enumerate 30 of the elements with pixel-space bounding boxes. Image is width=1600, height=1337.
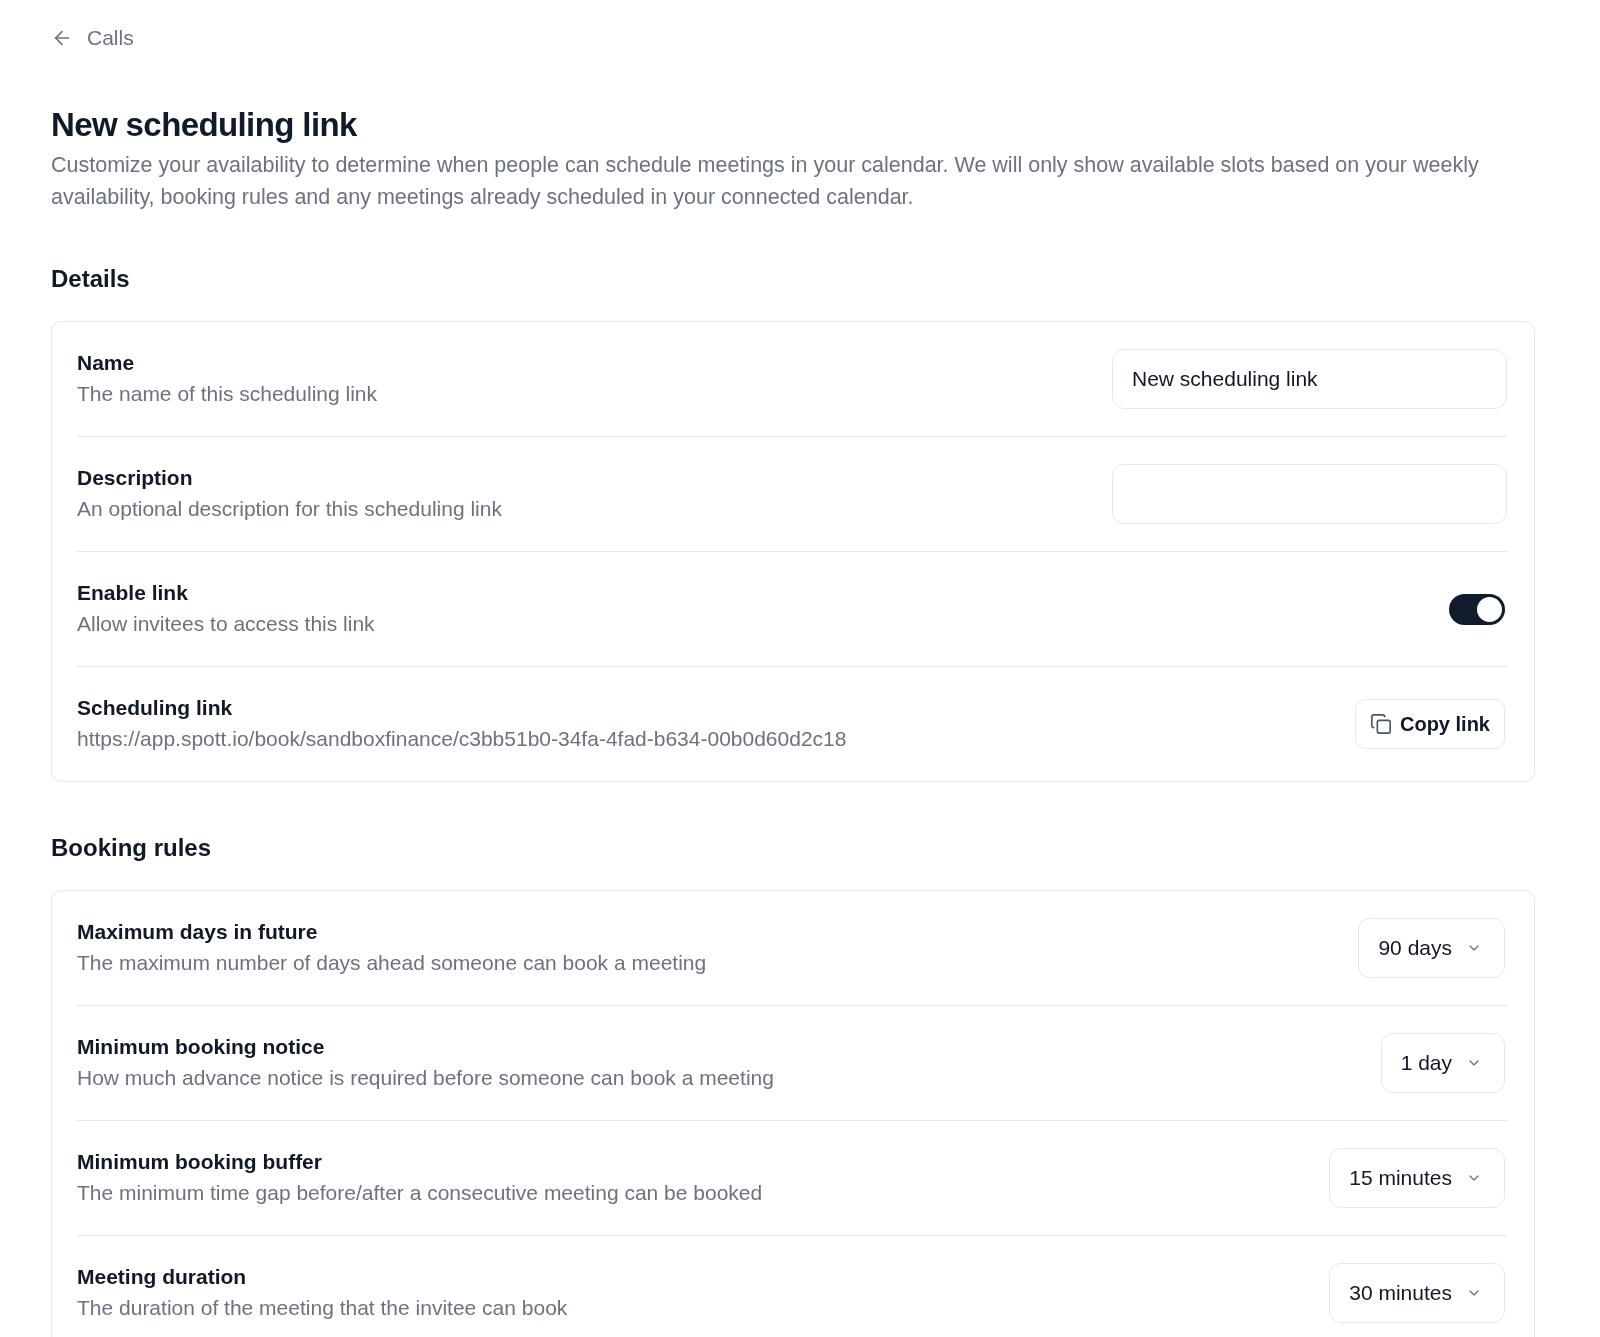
setting-description: How much advance notice is required before someone can book a meeting <box>77 1065 774 1091</box>
back-link[interactable]: Calls <box>51 26 134 50</box>
setting-label: Minimum booking buffer <box>77 1149 323 1175</box>
setting-description: The duration of the meeting that the invitee can book <box>77 1295 568 1321</box>
toggle-switch[interactable] <box>1449 593 1505 625</box>
setting-label: Enable link <box>77 580 189 606</box>
dropdown-select[interactable]: 15 minutes <box>1329 1148 1505 1208</box>
copy-link-button[interactable]: Copy link <box>1355 699 1505 749</box>
setting-description: The minimum time gap before/after a consecutive meeting can be booked <box>77 1180 763 1206</box>
setting-description: An optional description for this scheduling link <box>77 496 502 522</box>
setting-label: Scheduling link <box>77 695 234 721</box>
page-title: New scheduling link <box>51 105 358 145</box>
setting-label: Name <box>77 350 136 376</box>
setting-description: Allow invitees to access this link <box>77 611 375 637</box>
section-heading: Booking rules <box>51 833 213 863</box>
dropdown-select[interactable]: 90 days <box>1358 918 1505 978</box>
page-description: Customize your availability to determine when people can schedule meetings in your calendar. We will only show available slots based on your weekly availability, booking rules and any meetings already scheduled in your connected calendar. <box>51 152 1480 211</box>
link-url: https://app.spott.io/book/sandboxfinance/c3bb51b0-34fa-4fad-b634-00b0d60d2c18 <box>77 726 847 752</box>
setting-description: The maximum number of days ahead someone can book a meeting <box>77 950 707 976</box>
section-heading: Details <box>51 264 131 294</box>
setting-description: The name of this scheduling link <box>77 381 377 407</box>
setting-label: Minimum booking notice <box>77 1034 326 1060</box>
setting-label: Description <box>77 465 194 491</box>
setting-label: Meeting duration <box>77 1264 248 1290</box>
text-input-field[interactable]: New scheduling link <box>1112 349 1507 409</box>
dropdown-select[interactable]: 1 day <box>1380 1033 1505 1093</box>
setting-label: Maximum days in future <box>77 919 319 945</box>
copy-icon <box>1370 713 1392 735</box>
dropdown-select[interactable]: 30 minutes <box>1329 1263 1505 1323</box>
text-input-field[interactable] <box>1112 464 1507 524</box>
